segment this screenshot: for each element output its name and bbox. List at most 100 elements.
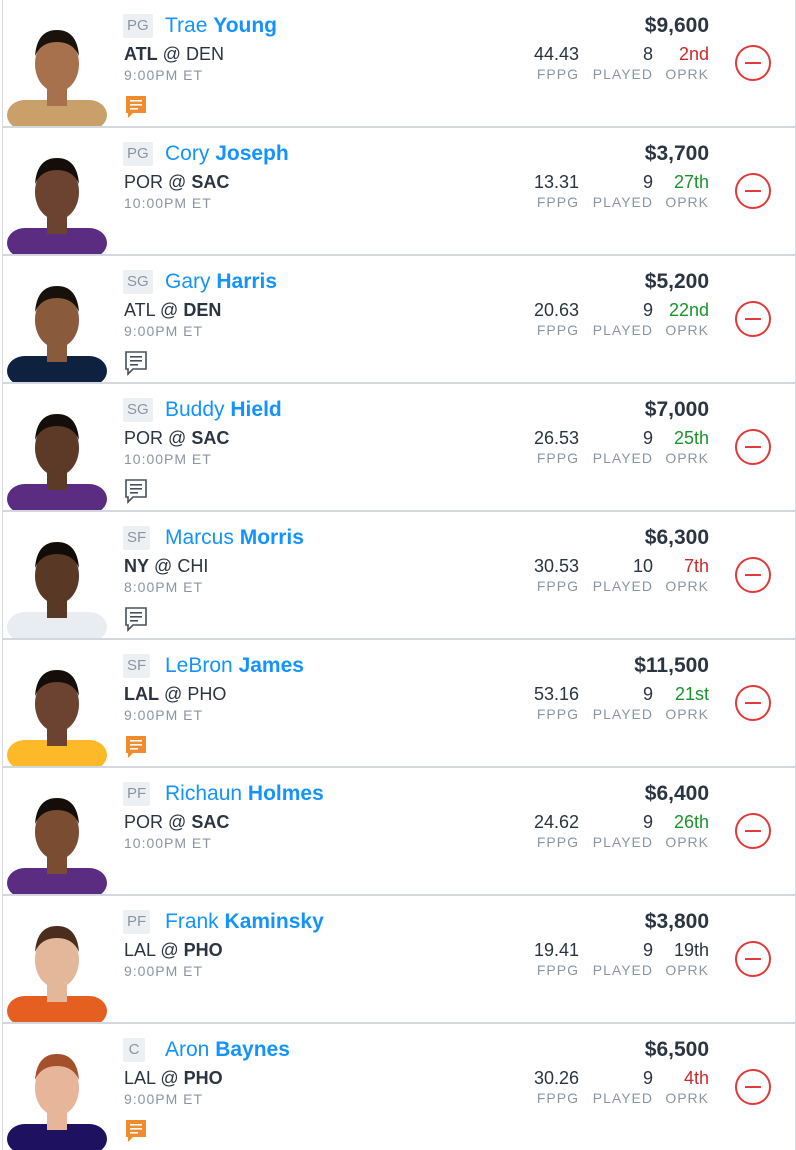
played-stat: 9 PLAYED (593, 684, 653, 724)
salary: $3,700 (644, 142, 709, 165)
player-photo (3, 1024, 111, 1150)
fppg-value: 30.53 (533, 556, 579, 576)
game-matchup: POR @ SAC (124, 427, 229, 449)
player-name-link[interactable]: Buddy Hield (165, 396, 282, 424)
played-stat: 9 PLAYED (593, 428, 653, 468)
player-row[interactable]: PG Cory Joseph POR @ SAC 10:00PM ET $3,7… (3, 128, 795, 256)
played-stat: 9 PLAYED (593, 300, 653, 340)
position-badge: SF (123, 526, 151, 550)
game-time: 10:00PM ET (124, 195, 212, 211)
player-row[interactable]: PF Richaun Holmes POR @ SAC 10:00PM ET $… (3, 768, 795, 896)
fppg-label: FPPG (536, 450, 579, 466)
played-value: 9 (642, 1068, 653, 1088)
remove-player-icon[interactable] (735, 557, 771, 593)
oprk-stat: 2nd OPRK (665, 44, 709, 84)
player-news-icon[interactable] (124, 478, 148, 504)
at-symbol: @ (162, 44, 181, 64)
player-row[interactable]: SG Buddy Hield POR @ SAC 10:00PM ET $7,0… (3, 384, 795, 512)
played-label: PLAYED (592, 66, 653, 82)
oprk-value: 27th (673, 172, 709, 192)
oprk-label: OPRK (665, 578, 709, 594)
position-badge: SG (123, 270, 153, 294)
player-row[interactable]: PF Frank Kaminsky LAL @ PHO 9:00PM ET $3… (3, 896, 795, 1024)
oprk-value: 26th (673, 812, 709, 832)
oprk-value: 7th (683, 556, 709, 576)
remove-player-icon[interactable] (735, 45, 771, 81)
game-matchup: LAL @ PHO (124, 1067, 223, 1089)
first-name: Marcus (165, 526, 234, 549)
played-label: PLAYED (592, 962, 653, 978)
salary: $5,200 (644, 270, 709, 293)
away-team: LAL (124, 940, 156, 960)
remove-player-icon[interactable] (735, 813, 771, 849)
player-news-icon[interactable] (124, 94, 148, 120)
at-symbol: @ (160, 1068, 179, 1088)
player-row[interactable]: C Aron Baynes LAL @ PHO 9:00PM ET $6,500… (3, 1024, 795, 1150)
at-symbol: @ (154, 556, 173, 576)
remove-player-icon[interactable] (735, 685, 771, 721)
game-matchup: LAL @ PHO (124, 683, 226, 705)
last-name: Holmes (247, 782, 324, 805)
played-value: 9 (642, 172, 653, 192)
home-team: CHI (177, 556, 209, 576)
at-symbol: @ (164, 684, 183, 704)
fppg-value: 13.31 (533, 172, 579, 192)
fppg-value: 44.43 (533, 44, 579, 64)
remove-player-icon[interactable] (735, 941, 771, 977)
player-news-icon[interactable] (124, 606, 148, 632)
player-name-link[interactable]: Trae Young (165, 12, 277, 40)
player-name-link[interactable]: Frank Kaminsky (165, 908, 324, 936)
fppg-value: 24.62 (533, 812, 579, 832)
player-name-link[interactable]: LeBron James (165, 652, 304, 680)
oprk-label: OPRK (665, 450, 709, 466)
fppg-value: 20.63 (533, 300, 579, 320)
played-value: 9 (642, 300, 653, 320)
salary: $3,800 (644, 910, 709, 933)
position-badge: PG (123, 14, 153, 38)
game-time: 9:00PM ET (124, 1091, 204, 1107)
played-stat: 9 PLAYED (593, 812, 653, 852)
player-name-link[interactable]: Cory Joseph (165, 140, 289, 168)
home-team: SAC (191, 172, 230, 192)
oprk-label: OPRK (665, 66, 709, 82)
oprk-label: OPRK (665, 962, 709, 978)
remove-player-icon[interactable] (735, 173, 771, 209)
player-row[interactable]: SF Marcus Morris NY @ CHI 8:00PM ET $6,3… (3, 512, 795, 640)
first-name: Richaun (165, 782, 243, 805)
last-name: James (238, 654, 304, 677)
player-name-link[interactable]: Marcus Morris (165, 524, 304, 552)
played-value: 8 (642, 44, 653, 64)
remove-player-icon[interactable] (735, 429, 771, 465)
player-news-icon[interactable] (124, 350, 148, 376)
fppg-stat: 30.53 FPPG (534, 556, 579, 596)
oprk-stat: 19th OPRK (665, 940, 709, 980)
player-news-icon[interactable] (124, 734, 148, 760)
last-name: Baynes (215, 1038, 290, 1061)
player-name-link[interactable]: Richaun Holmes (165, 780, 324, 808)
home-team: SAC (191, 428, 230, 448)
player-name-link[interactable]: Gary Harris (165, 268, 277, 296)
player-row[interactable]: SG Gary Harris ATL @ DEN 9:00PM ET $5,20… (3, 256, 795, 384)
game-matchup: LAL @ PHO (124, 939, 223, 961)
salary: $6,400 (644, 782, 709, 805)
oprk-label: OPRK (665, 322, 709, 338)
fppg-stat: 30.26 FPPG (534, 1068, 579, 1108)
salary: $9,600 (644, 14, 709, 37)
player-name-link[interactable]: Aron Baynes (165, 1036, 290, 1064)
oprk-label: OPRK (665, 834, 709, 850)
fppg-stat: 20.63 FPPG (534, 300, 579, 340)
position-badge: SF (123, 654, 151, 678)
fppg-value: 30.26 (533, 1068, 579, 1088)
player-row[interactable]: SF LeBron James LAL @ PHO 9:00PM ET $11,… (3, 640, 795, 768)
played-stat: 9 PLAYED (593, 172, 653, 212)
player-row[interactable]: PG Trae Young ATL @ DEN 9:00PM ET $9,600… (3, 0, 795, 128)
remove-player-icon[interactable] (735, 1069, 771, 1105)
played-label: PLAYED (592, 450, 653, 466)
salary: $11,500 (634, 654, 709, 677)
player-news-icon[interactable] (124, 1118, 148, 1144)
played-stat: 8 PLAYED (593, 44, 653, 84)
remove-player-icon[interactable] (735, 301, 771, 337)
game-matchup: NY @ CHI (124, 555, 208, 577)
oprk-label: OPRK (665, 1090, 709, 1106)
game-matchup: ATL @ DEN (124, 43, 224, 65)
